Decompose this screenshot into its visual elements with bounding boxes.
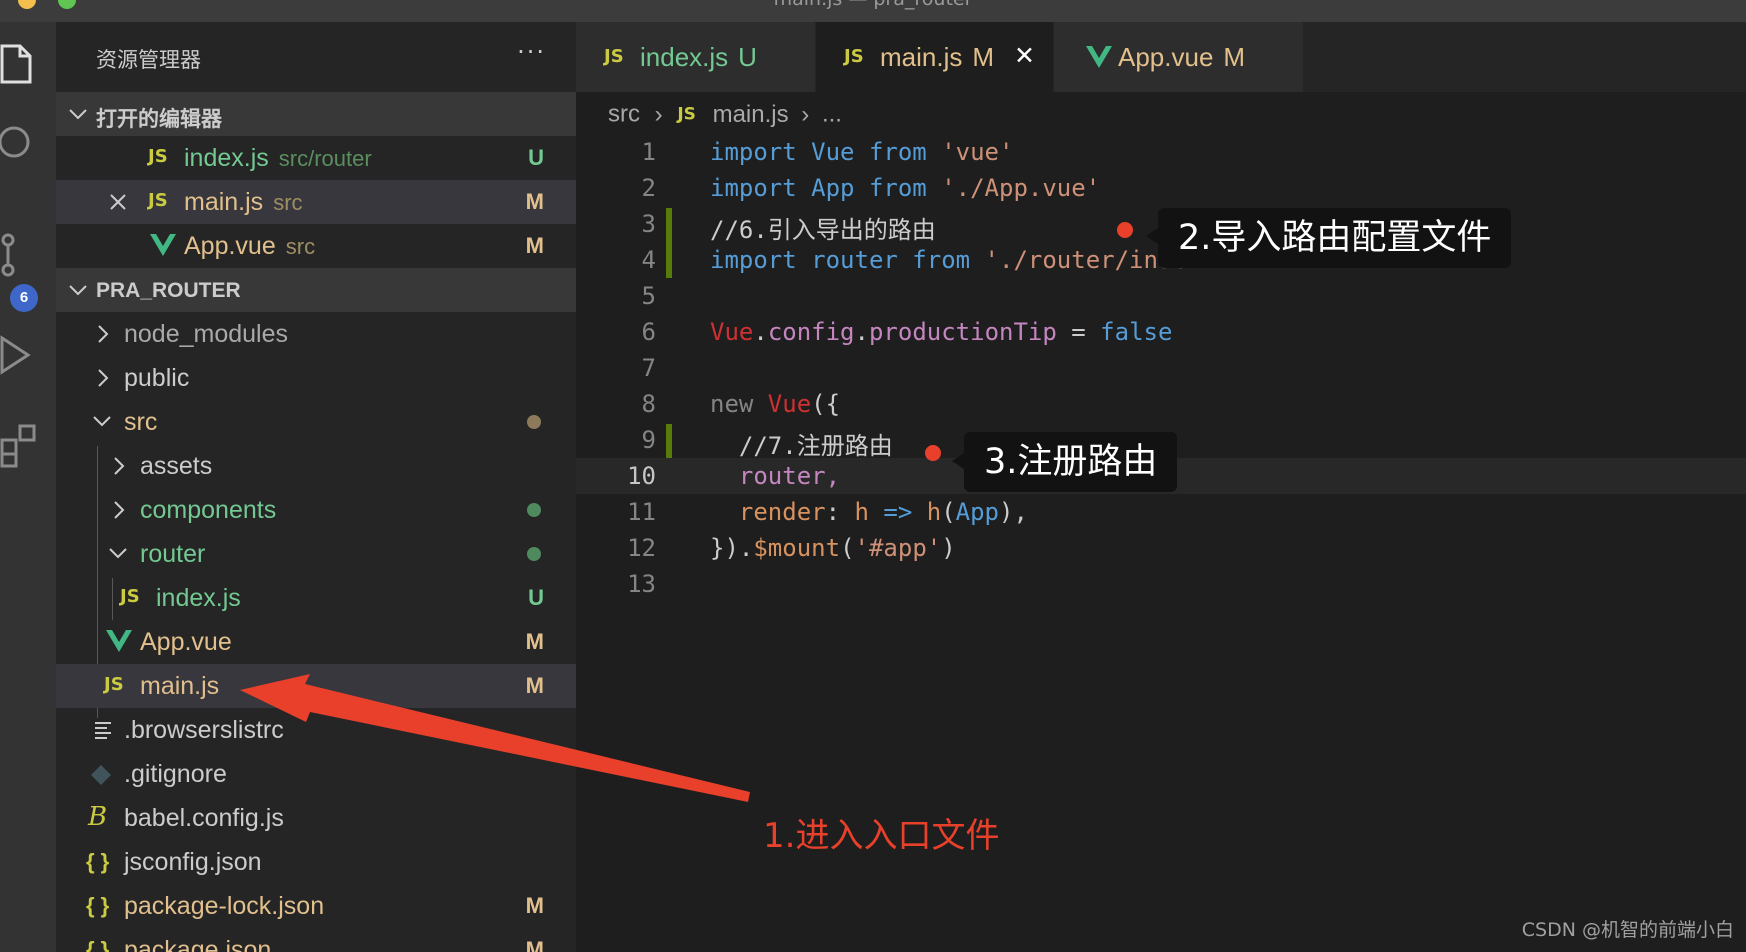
watermark: CSDN @机智的前端小白 — [1521, 919, 1734, 941]
annotation-step-1: 1.进入入口文件 — [763, 816, 1000, 856]
